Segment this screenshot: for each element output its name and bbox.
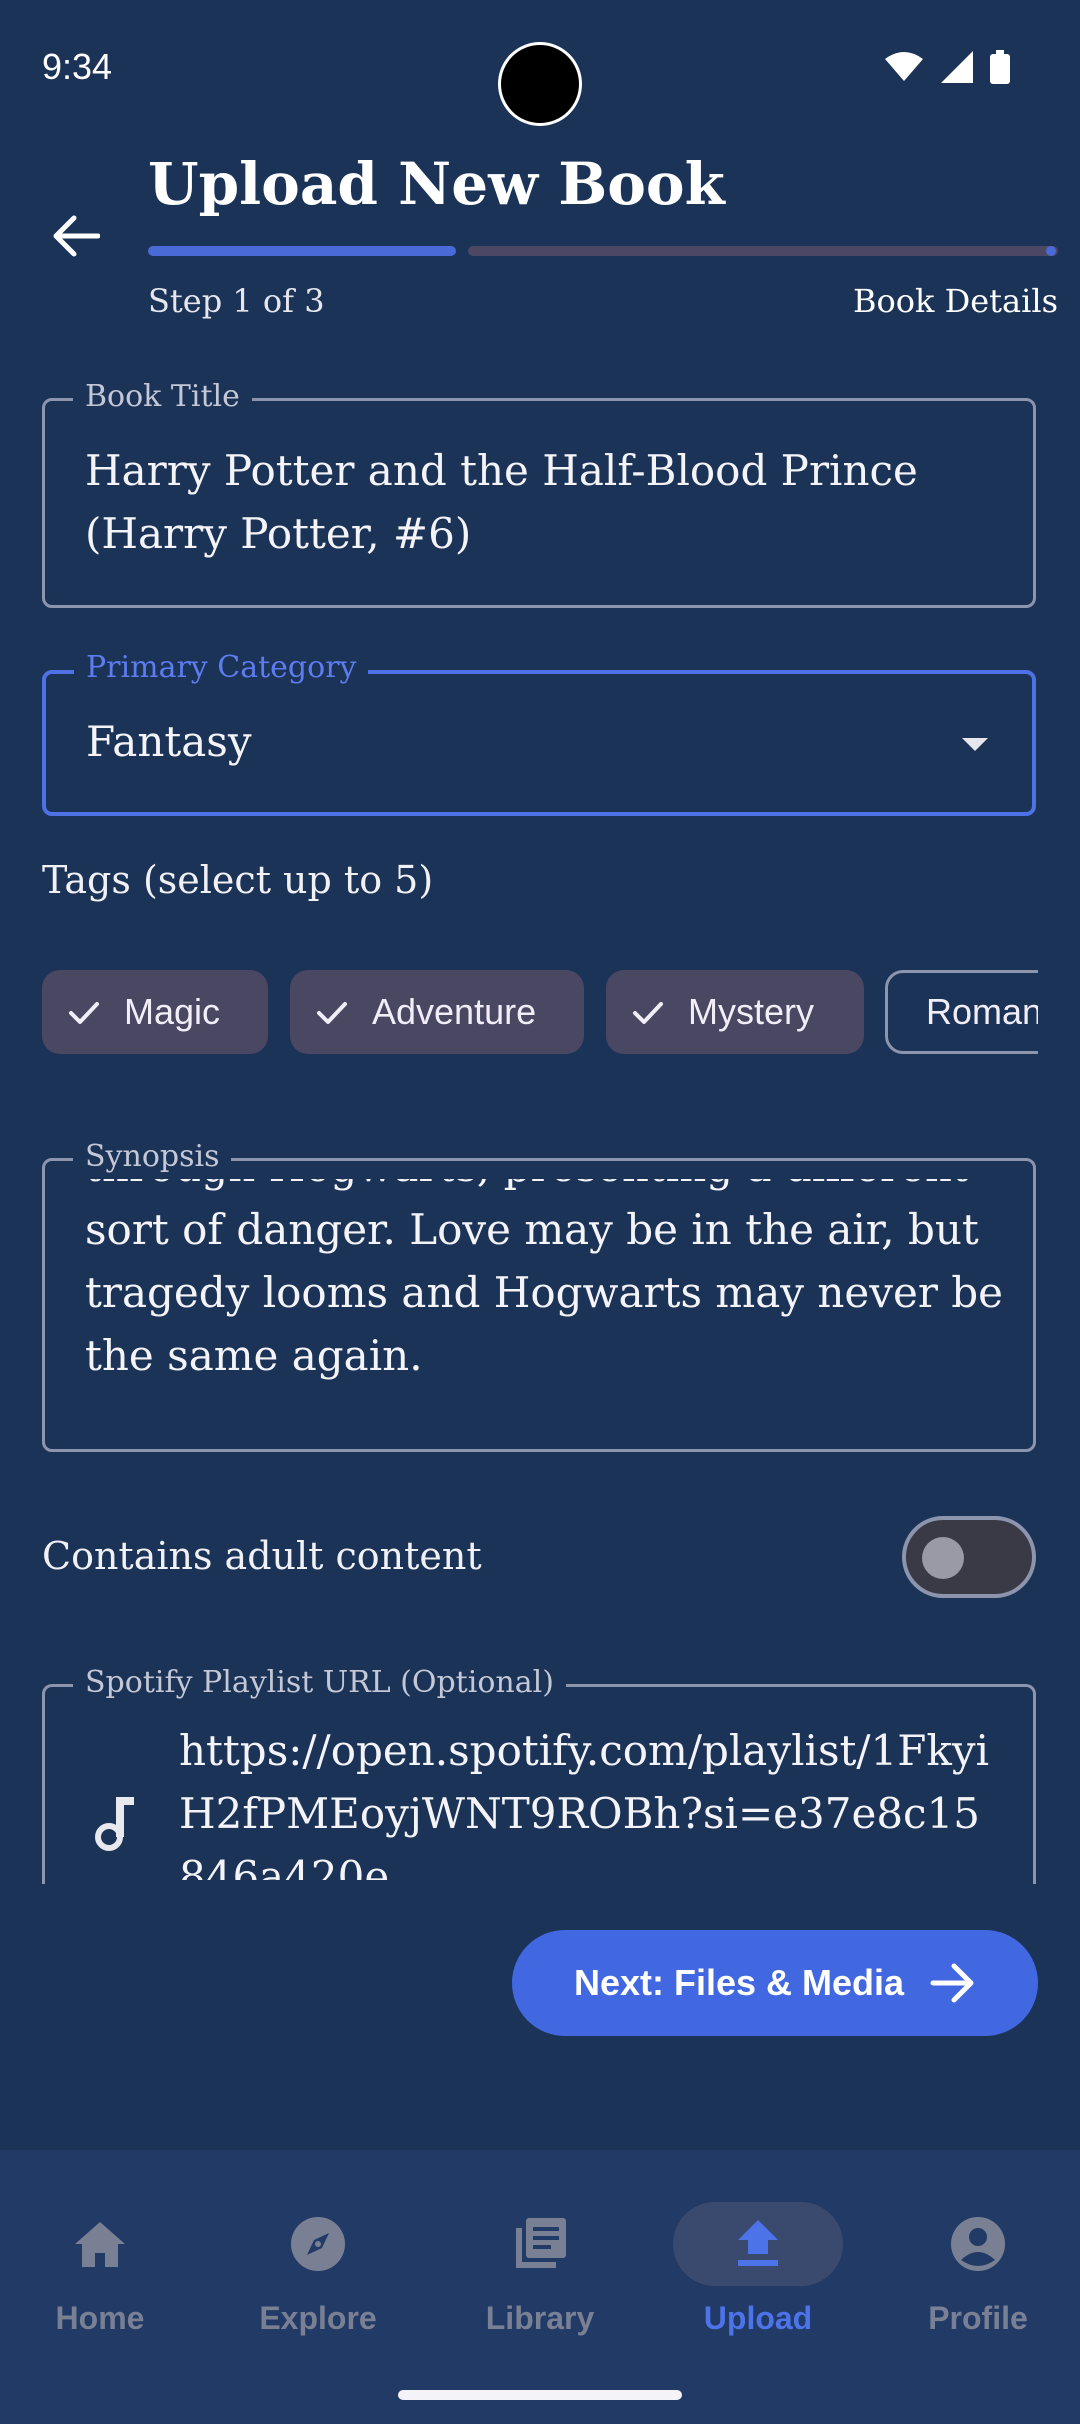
progress-end-dot [1046, 246, 1056, 256]
wifi-icon [885, 52, 923, 81]
nav-label: Explore [259, 2300, 377, 2336]
synopsis-scroll-area[interactable]: through Hogwarts, presenting a different… [85, 1179, 1003, 1435]
dropdown-arrow-icon [962, 738, 988, 751]
nav-label: Profile [928, 2300, 1028, 2336]
book-title-value: Harry Potter and the Half-Blood Prince (… [85, 446, 918, 558]
back-button[interactable] [46, 206, 106, 266]
battery-icon [990, 50, 1010, 84]
camera-cutout [498, 42, 582, 126]
tag-chip-label: Magic [124, 991, 221, 1032]
nav-item-library[interactable]: Library [440, 2202, 640, 2337]
spotify-url-value: https://open.spotify.com/playlist/1FkyiH… [179, 1726, 989, 1880]
check-icon [633, 1002, 663, 1024]
category-value: Fantasy [86, 717, 252, 766]
nav-label: Upload [703, 2300, 813, 2336]
step-name: Book Details [852, 282, 1058, 320]
tag-chip-label: Adventure [372, 991, 537, 1032]
status-time: 9:34 [42, 46, 113, 87]
tags-heading: Tags (select up to 5) [42, 858, 434, 902]
nav-icon-container [455, 2202, 625, 2286]
next-button-label: Next: Files & Media [573, 1962, 905, 2003]
synopsis-field[interactable]: Synopsis through Hogwarts, presenting a … [42, 1139, 1036, 1452]
book-title-label: Book Title [73, 379, 252, 414]
tag-chip-mystery[interactable]: Mystery [606, 970, 864, 1054]
nav-icon-container [15, 2202, 185, 2286]
music-note-icon [95, 1797, 134, 1851]
tag-chip-adventure[interactable]: Adventure [290, 970, 584, 1054]
home-indicator[interactable] [398, 2390, 682, 2400]
library-icon [516, 2218, 566, 2268]
compass-icon [291, 2217, 345, 2271]
category-dropdown[interactable]: Primary Category Fantasy [42, 650, 1036, 816]
signal-icon [941, 51, 973, 83]
status-icons [884, 50, 1010, 84]
check-icon [69, 1002, 99, 1024]
tag-chip-row[interactable]: Magic Adventure Mystery Romance [42, 970, 1038, 1054]
tag-chip-romance[interactable]: Romance [885, 970, 1038, 1054]
nav-label: Library [485, 2300, 595, 2336]
nav-icon-container [673, 2202, 843, 2286]
arrow-right-icon [930, 1963, 974, 2003]
book-title-field[interactable]: Book Title Harry Potter and the Half-Blo… [42, 379, 1036, 608]
nav-item-explore[interactable]: Explore [218, 2202, 418, 2337]
tag-chip-magic[interactable]: Magic [42, 970, 268, 1054]
bottom-navigation: Home Explore Library Upload Profile [0, 2150, 1080, 2424]
synopsis-text: through Hogwarts, presenting a different… [85, 1179, 1003, 1380]
synopsis-label: Synopsis [73, 1139, 232, 1174]
nav-label: Home [55, 2300, 145, 2336]
adult-content-label: Contains adult content [42, 1534, 482, 1578]
nav-item-home[interactable]: Home [0, 2202, 200, 2337]
next-button[interactable]: Next: Files & Media [512, 1930, 1038, 2036]
spotify-scroll-area[interactable]: https://open.spotify.com/playlist/1FkyiH… [45, 1687, 1033, 1880]
tag-chip-label: Romance [926, 991, 1038, 1032]
home-icon [75, 2222, 125, 2267]
upload-icon [738, 2220, 778, 2266]
account-icon [951, 2217, 1005, 2271]
nav-icon-container [233, 2202, 403, 2286]
nav-item-upload[interactable]: Upload [658, 2202, 858, 2337]
tag-chip-label: Mystery [688, 991, 814, 1032]
spotify-url-field[interactable]: Spotify Playlist URL (Optional) https://… [42, 1665, 1036, 1884]
check-icon [317, 1002, 347, 1024]
nav-icon-container [893, 2202, 1063, 2286]
progress-bar-remaining [468, 246, 1058, 256]
page-title: Upload New Book [148, 150, 725, 218]
progress-bar-complete [148, 246, 456, 256]
nav-item-profile[interactable]: Profile [878, 2202, 1078, 2337]
category-label: Primary Category [74, 650, 369, 685]
arrow-back-icon [53, 215, 100, 257]
adult-content-switch[interactable] [902, 1516, 1036, 1598]
switch-thumb [922, 1537, 964, 1579]
step-indicator: Step 1 of 3 [148, 282, 325, 320]
